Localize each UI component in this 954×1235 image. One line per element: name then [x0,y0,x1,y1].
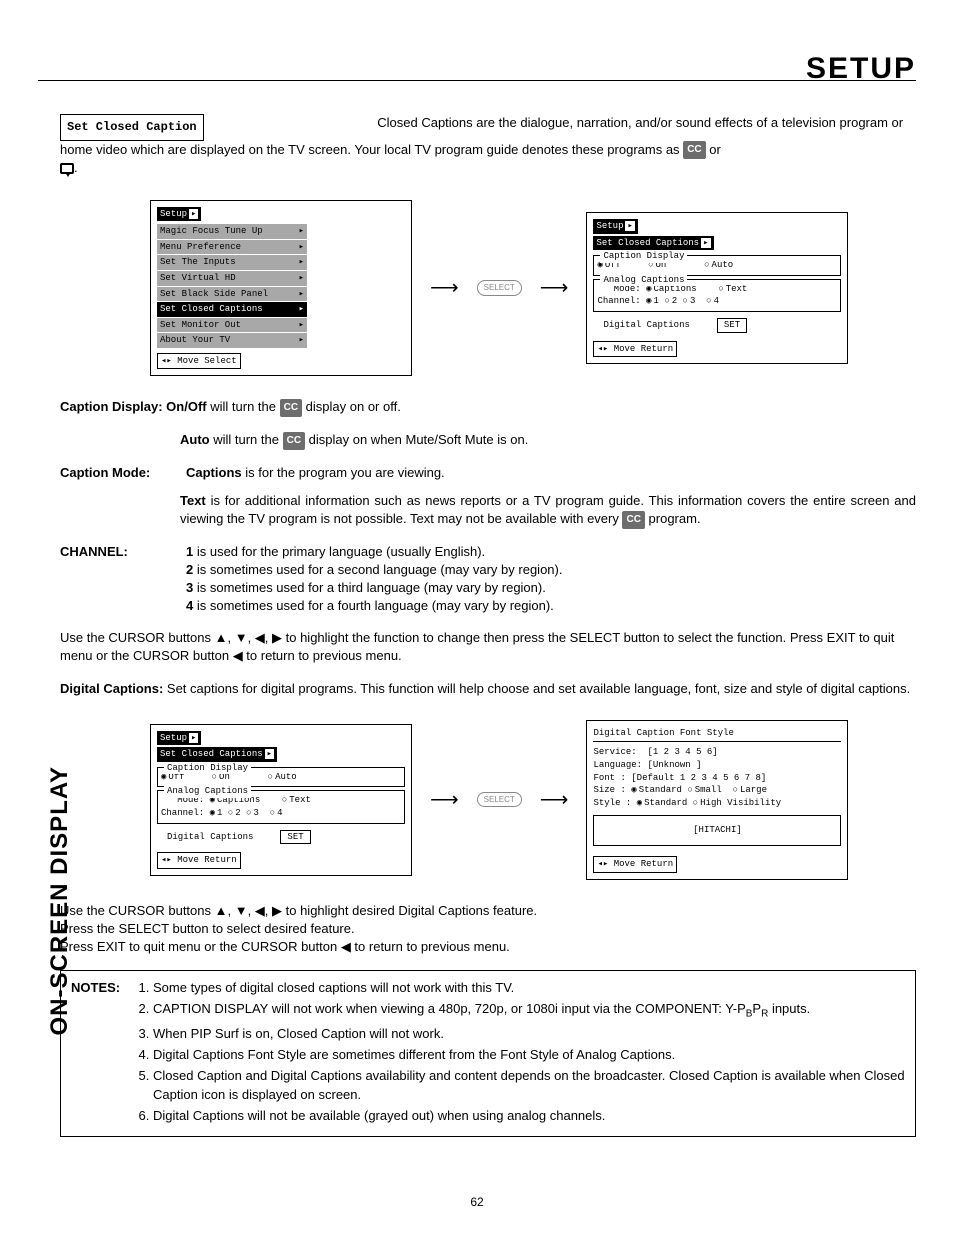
osd-closed-captions-2: Setup▸ Set Closed Captions▸ Caption Disp… [150,724,412,876]
speech-bubble-icon [60,163,74,174]
arrow-icon: ⟶ [540,786,569,814]
cursor-instructions: Use the CURSOR buttons ▲, ▼, ◀, ▶ to hig… [60,629,916,665]
cc-icon: CC [283,432,305,450]
intro-period: . [74,160,78,175]
notes-list: Some types of digital closed captions wi… [135,979,905,1128]
osd-setup-menu: Setup▸ Magic Focus Tune Up▸Menu Preferen… [150,200,412,377]
caption-mode-dt: Caption Mode: [60,464,180,482]
page-number: 62 [0,1195,954,1209]
osd-items: Magic Focus Tune Up▸Menu Preference▸Set … [157,224,405,348]
caption-display-heading: Caption Display: On/Off [60,399,207,414]
cc-icon: CC [683,141,705,159]
notes-box: NOTES: Some types of digital closed capt… [60,970,916,1137]
arrow-icon: ⟶ [430,786,459,814]
osd-flow-1: Setup▸ Magic Focus Tune Up▸Menu Preferen… [150,200,916,377]
main-content: Set Closed Caption Closed Captions are t… [60,114,916,1137]
notes-label: NOTES: [71,980,120,995]
dc-cursor-1: Use the CURSOR buttons ▲, ▼, ◀, ▶ to hig… [60,902,916,920]
arrow-icon: ⟶ [540,274,569,302]
channel-dt: CHANNEL: [60,543,180,616]
select-button-icon: SELECT [477,280,522,295]
osd-digital-font-style: Digital Caption Font Style Service: [1 2… [586,720,848,880]
osd-flow-2: Setup▸ Set Closed Captions▸ Caption Disp… [150,720,916,880]
auto-label: Auto [180,432,210,447]
cc-icon: CC [622,511,644,529]
osd-closed-captions: Setup▸ Set Closed Captions▸ Caption Disp… [586,212,848,364]
cc-icon: CC [280,399,302,417]
dc-cursor-2: Press the SELECT button to select desire… [60,920,916,938]
intro-or: or [709,142,721,157]
header-rule [38,80,916,81]
select-button-icon: SELECT [477,792,522,807]
dc-cursor-3: Press EXIT to quit menu or the CURSOR bu… [60,938,916,956]
digital-captions-heading: Digital Captions: [60,681,163,696]
arrow-icon: ⟶ [430,274,459,302]
channel-lines: 1 is used for the primary language (usua… [186,543,916,616]
set-closed-caption-badge: Set Closed Caption [60,114,204,141]
